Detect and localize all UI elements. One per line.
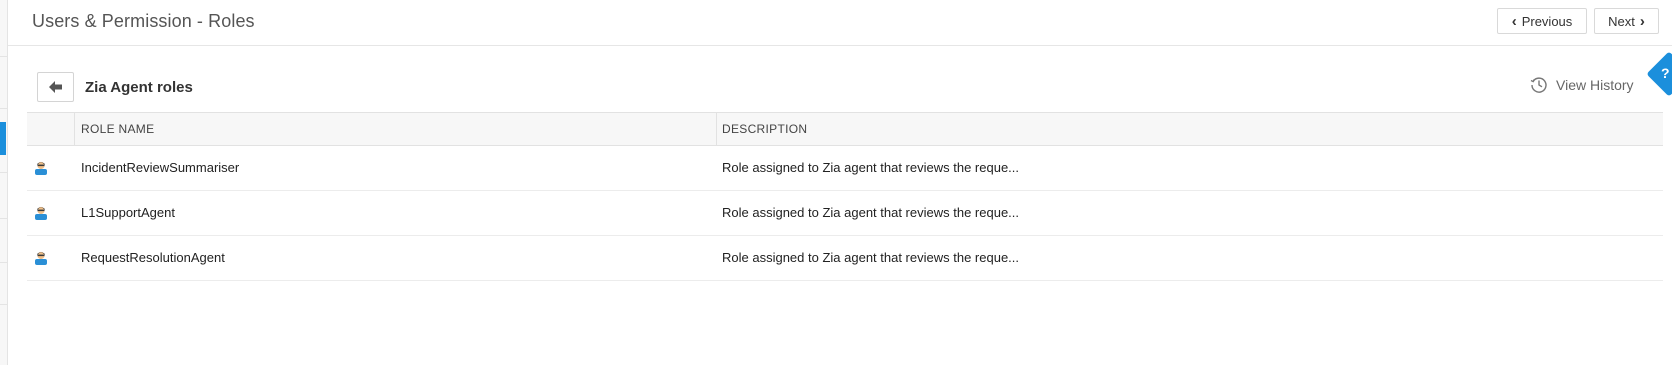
- table-row[interactable]: RequestResolutionAgent Role assigned to …: [27, 236, 1663, 281]
- help-icon[interactable]: ?: [1661, 65, 1670, 81]
- role-name[interactable]: IncidentReviewSummariser: [81, 160, 239, 175]
- previous-button-label: Previous: [1521, 13, 1573, 29]
- table-row[interactable]: IncidentReviewSummariser Role assigned t…: [27, 146, 1663, 191]
- rail-active-indicator[interactable]: [0, 122, 6, 155]
- roles-table: ROLE NAME DESCRIPTION IncidentReviewSumm…: [27, 112, 1663, 281]
- role-description: Role assigned to Zia agent that reviews …: [722, 250, 1020, 265]
- role-description: Role assigned to Zia agent that reviews …: [722, 205, 1020, 220]
- rail-divider: [0, 172, 7, 173]
- role-name[interactable]: L1SupportAgent: [81, 205, 175, 220]
- table-row[interactable]: L1SupportAgent Role assigned to Zia agen…: [27, 191, 1663, 236]
- rail-divider: [0, 262, 7, 263]
- chevron-left-icon: ‹: [1511, 12, 1517, 30]
- agent-user-icon: [33, 160, 49, 181]
- next-button[interactable]: Next ›: [1594, 8, 1659, 34]
- chevron-right-icon: ›: [1639, 12, 1645, 30]
- agent-user-icon: [33, 205, 49, 226]
- column-header-description[interactable]: DESCRIPTION: [722, 113, 807, 145]
- rail-divider: [0, 56, 7, 57]
- view-history-link[interactable]: View History: [1530, 76, 1634, 94]
- table-header: ROLE NAME DESCRIPTION: [27, 112, 1663, 146]
- previous-button[interactable]: ‹ Previous: [1497, 8, 1587, 34]
- view-history-label: View History: [1556, 77, 1634, 93]
- column-header-role-name[interactable]: ROLE NAME: [81, 113, 154, 145]
- rail-divider: [0, 304, 7, 305]
- role-name[interactable]: RequestResolutionAgent: [81, 250, 225, 265]
- column-divider: [74, 113, 75, 145]
- history-clock-icon: [1530, 77, 1547, 93]
- role-description: Role assigned to Zia agent that reviews …: [722, 160, 1020, 175]
- agent-user-icon: [33, 250, 49, 271]
- next-button-label: Next: [1608, 13, 1635, 29]
- arrow-left-icon: [48, 81, 62, 93]
- rail-divider: [0, 218, 7, 219]
- column-divider: [716, 113, 717, 145]
- page-title: Users & Permission - Roles: [32, 11, 255, 31]
- left-nav-rail: [0, 0, 8, 365]
- section-title: Zia Agent roles: [85, 79, 193, 96]
- rail-divider: [0, 108, 7, 109]
- back-button[interactable]: [37, 72, 74, 102]
- page-header: Users & Permission - Roles ‹ Previous Ne…: [8, 0, 1672, 46]
